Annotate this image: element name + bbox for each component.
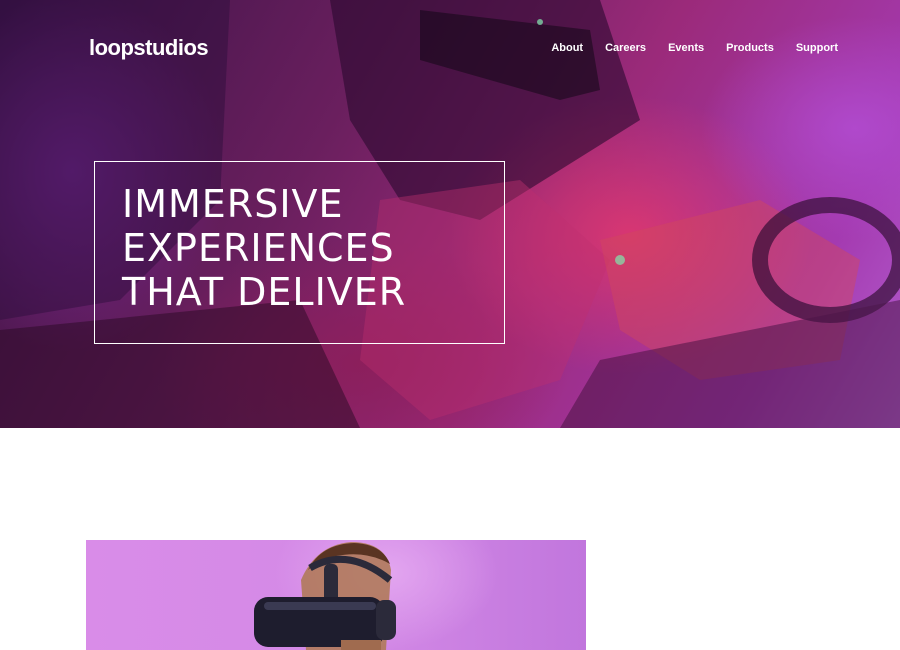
nav-link-careers[interactable]: Careers xyxy=(605,42,646,54)
hero-title: IMMERSIVE EXPERIENCES THAT DELIVER xyxy=(122,182,407,314)
nav-link-support[interactable]: Support xyxy=(796,42,838,54)
nav-link-about[interactable]: About xyxy=(551,42,583,54)
vr-headset-image xyxy=(86,540,586,650)
vr-headset-illustration xyxy=(254,542,396,650)
hero-section: loopstudios About Careers Events Product… xyxy=(0,0,900,428)
nav-link-events[interactable]: Events xyxy=(668,42,704,54)
hero-title-box: IMMERSIVE EXPERIENCES THAT DELIVER xyxy=(94,161,505,344)
nav-link-products[interactable]: Products xyxy=(726,42,774,54)
logo[interactable]: loopstudios xyxy=(89,35,209,61)
main-nav: About Careers Events Products Support xyxy=(551,42,838,54)
site-header: loopstudios About Careers Events Product… xyxy=(0,0,900,96)
